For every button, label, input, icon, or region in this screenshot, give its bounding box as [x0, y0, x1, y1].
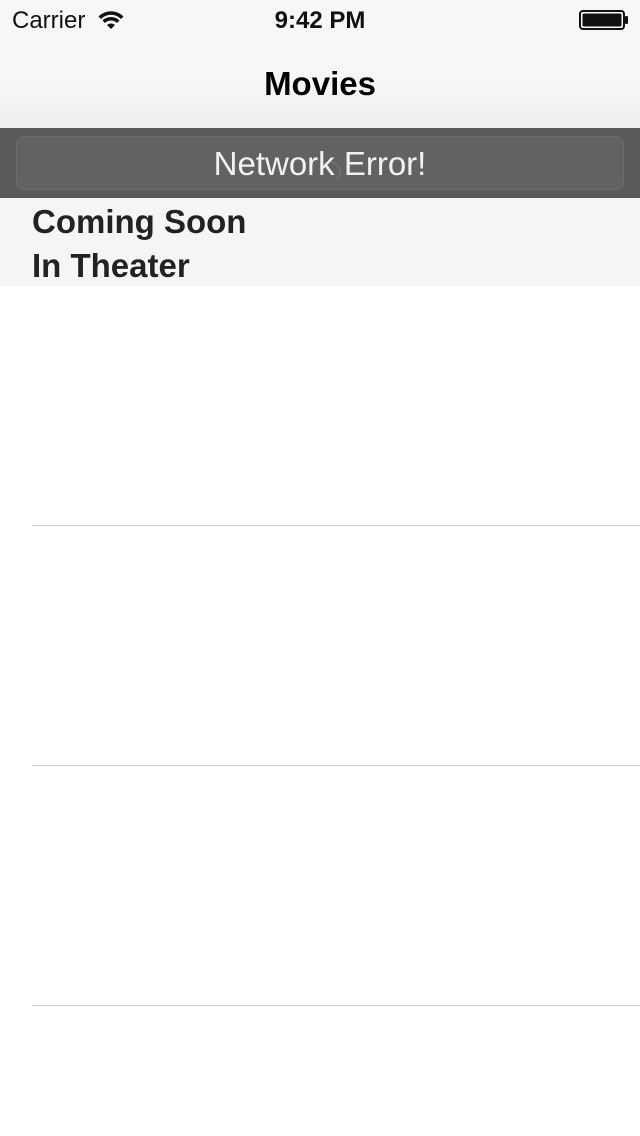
table-row[interactable] — [0, 286, 640, 526]
table-row[interactable] — [0, 1006, 640, 1136]
category-in-theater[interactable]: In Theater — [32, 246, 190, 286]
network-error-banner[interactable]: Network Error! — [0, 128, 640, 198]
category-list: Coming Soon In Theater — [0, 198, 640, 286]
status-bar: Carrier 9:42 PM — [0, 0, 640, 40]
movie-table[interactable] — [0, 286, 640, 1136]
table-row[interactable] — [0, 766, 640, 1006]
battery-full-icon — [579, 10, 628, 30]
navigation-bar: Movies — [0, 40, 640, 128]
error-message: Network Error! — [213, 145, 427, 182]
table-row[interactable] — [0, 526, 640, 766]
error-message-pill[interactable]: Network Error! — [16, 136, 624, 190]
status-clock: 9:42 PM — [274, 7, 366, 34]
movies-screen: Carrier 9:42 PM Movies Network Error! Co… — [0, 0, 640, 1136]
top-chrome: Carrier 9:42 PM Movies — [0, 0, 640, 128]
category-coming-soon[interactable]: Coming Soon — [32, 202, 246, 242]
page-title: Movies — [264, 65, 376, 102]
